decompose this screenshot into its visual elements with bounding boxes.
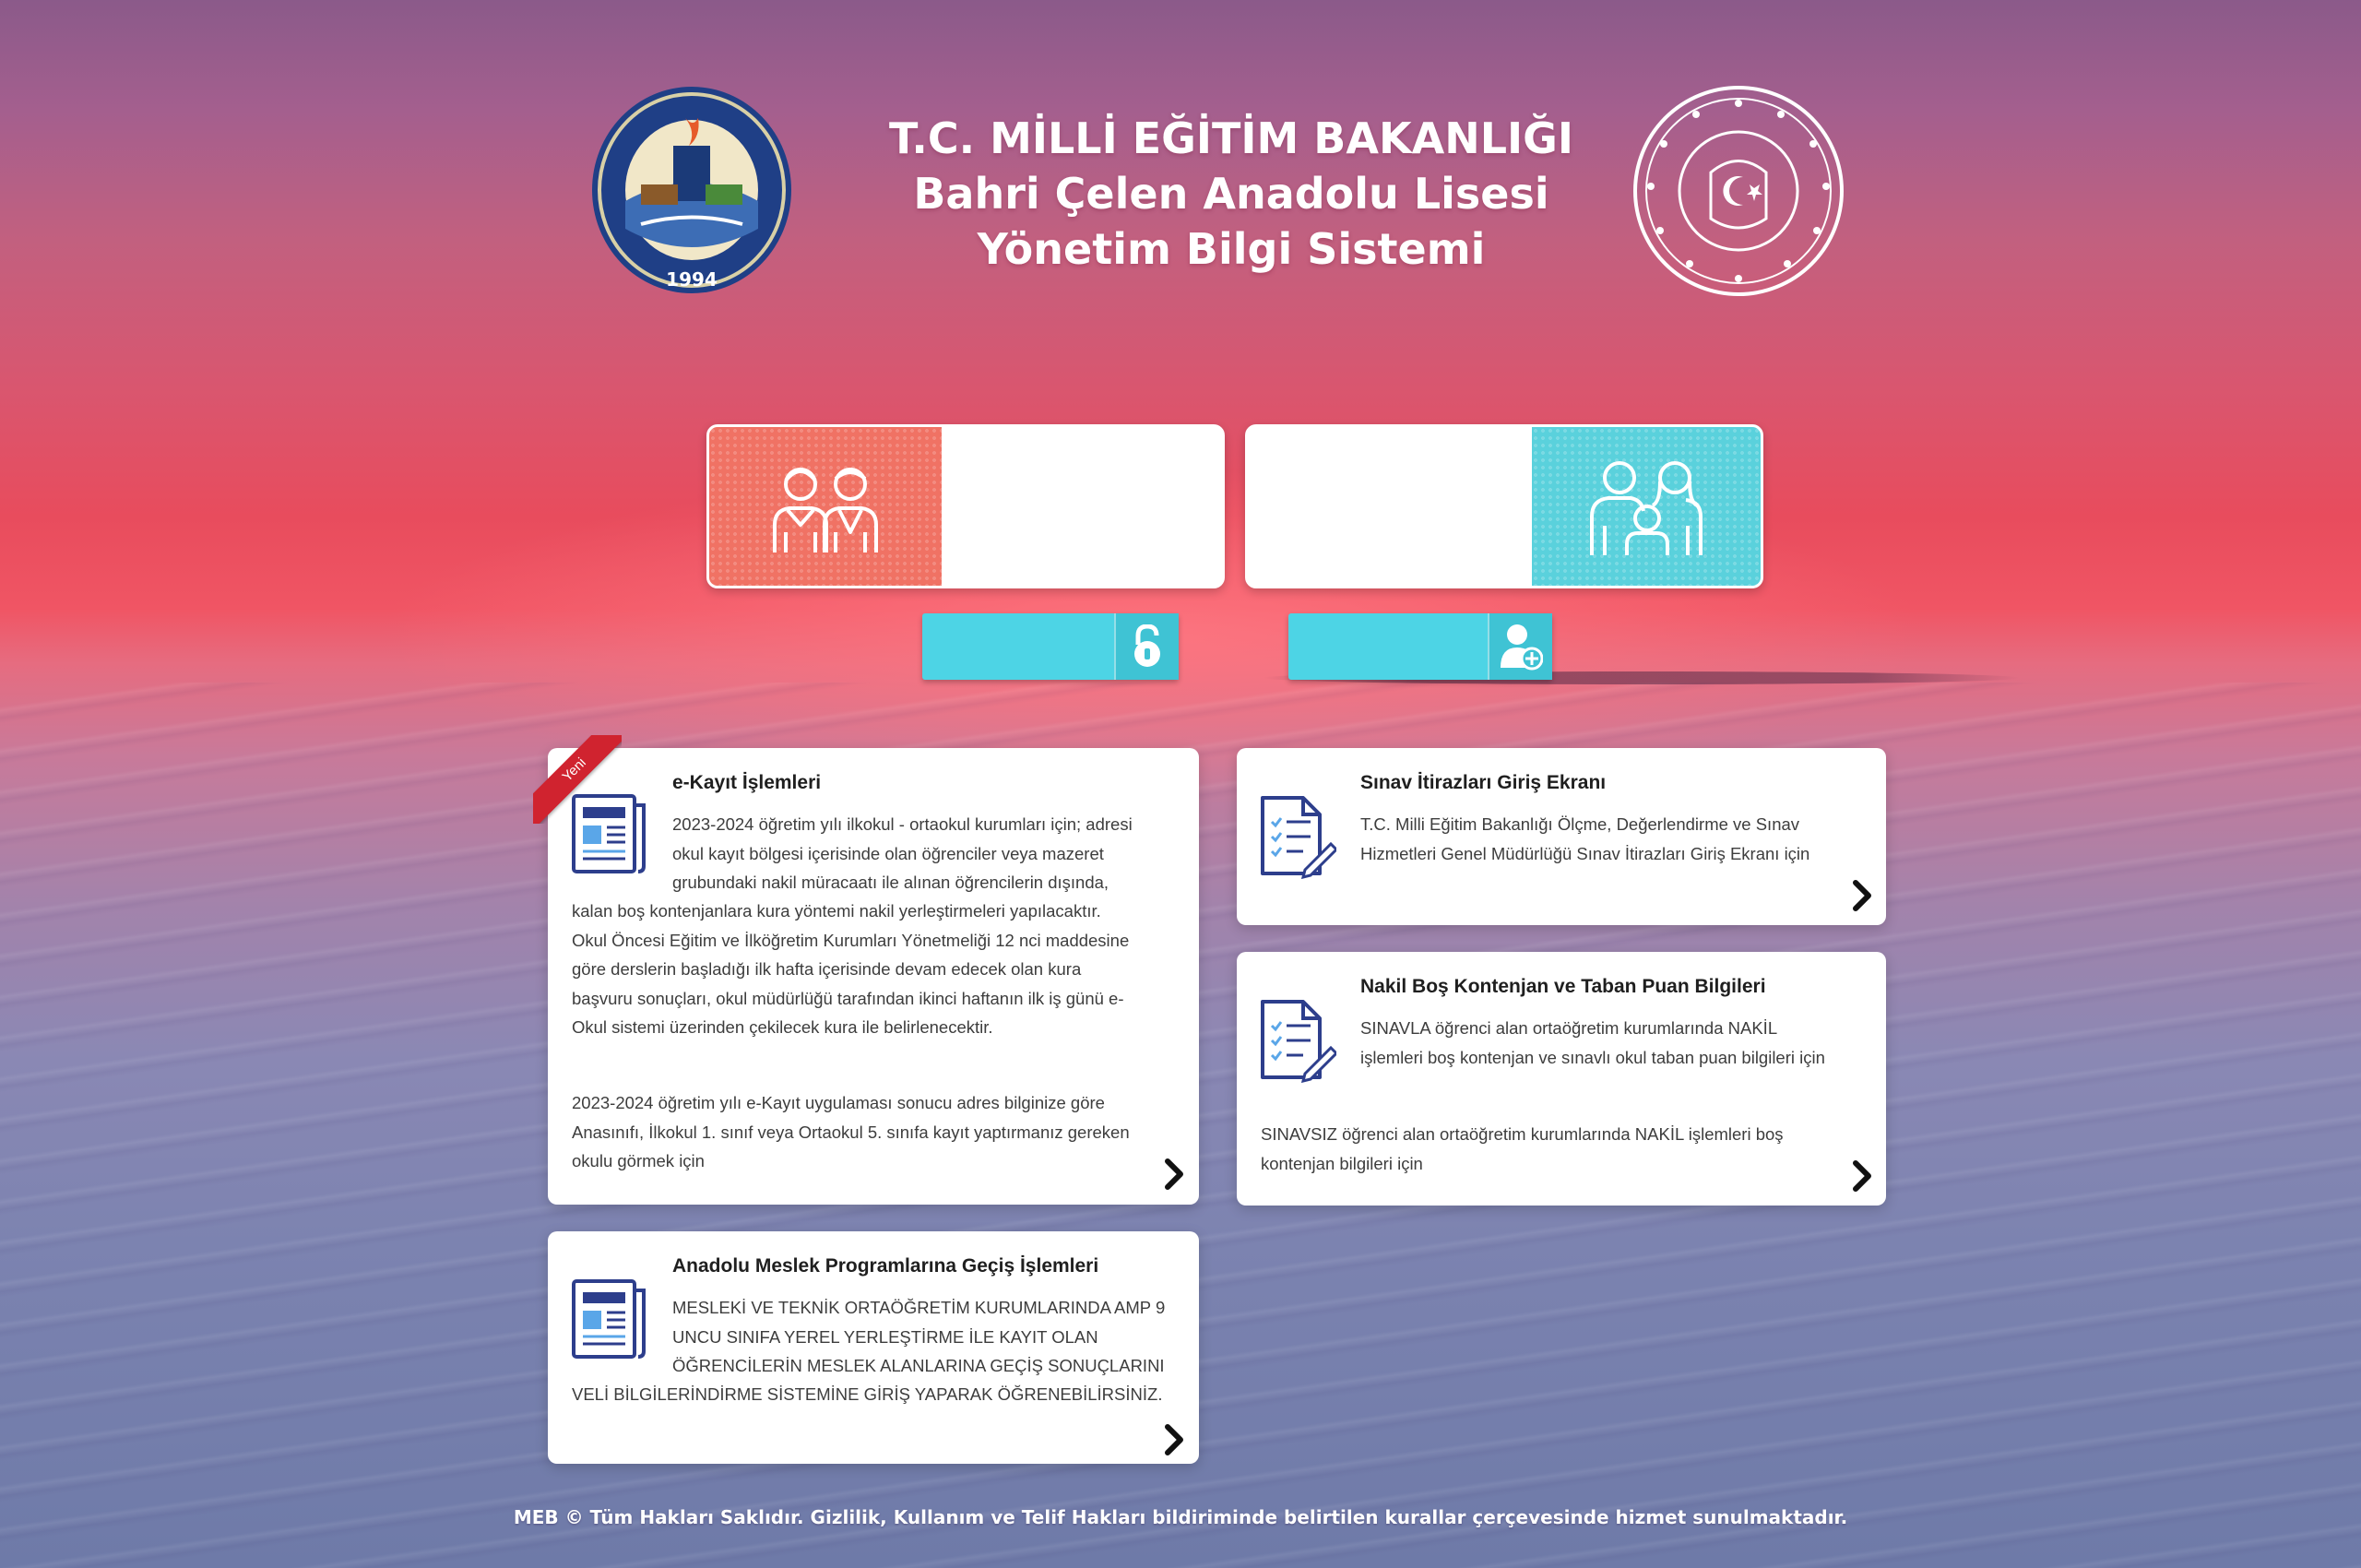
ekayit-body: kalan boş kontenjanlara kura yöntemi nak…: [572, 901, 1130, 1037]
title-school: Bahri Çelen Anadolu Lisesi: [913, 169, 1549, 219]
unlock-icon: [1114, 613, 1179, 680]
student-tile: [709, 427, 942, 586]
ekayit-arrow-icon[interactable]: [1160, 1158, 1188, 1191]
title-ministry: T.C. MİLLİ EĞİTİM BAKANLIĞI: [888, 113, 1574, 163]
nakil-panel[interactable]: Nakil Boş Kontenjan ve Taban Puan Bilgil…: [1237, 952, 1886, 1206]
checklist-icon: [1261, 796, 1336, 879]
newspaper-icon: [572, 794, 646, 873]
amp-intro: MESLEKİ VE TEKNİK ORTAÖĞRETİM KURUMLARIN…: [672, 1298, 1166, 1375]
parent-login-card[interactable]: [1245, 424, 1763, 588]
students-icon: [773, 468, 878, 552]
add-user-icon: [1488, 613, 1552, 680]
nakil-title: Nakil Boş Kontenjan ve Taban Puan Bilgil…: [1360, 976, 1766, 997]
amp-body: VELİ BİLGİLERİNDİRME SİSTEMİNE GİRİŞ YAP…: [572, 1384, 1163, 1404]
login-button[interactable]: [922, 613, 1179, 680]
sinav-panel[interactable]: Sınav İtirazları Giriş Ekranı T.C. Milli…: [1237, 748, 1886, 925]
sinav-title: Sınav İtirazları Giriş Ekranı: [1360, 772, 1607, 793]
amp-arrow-icon[interactable]: [1160, 1423, 1188, 1456]
ministry-seal-logo: [1632, 85, 1845, 297]
parent-tile: [1532, 427, 1761, 586]
register-button[interactable]: [1288, 613, 1552, 680]
sinav-desc: T.C. Milli Eğitim Bakanlığı Ölçme, Değer…: [1360, 814, 1810, 863]
nakil-second: SINAVSIZ öğrenci alan ortaöğretim kuruml…: [1261, 1124, 1784, 1173]
nakil-arrow-icon[interactable]: [1848, 1159, 1876, 1193]
school-logo: 1994: [586, 81, 798, 303]
newspaper-icon: [572, 1279, 646, 1359]
student-login-card[interactable]: [706, 424, 1225, 588]
amp-title: Anadolu Meslek Programlarına Geçiş İşlem…: [672, 1255, 1099, 1277]
ekayit-second: 2023-2024 öğretim yılı e-Kayıt uygulamas…: [572, 1093, 1130, 1170]
ekayit-intro: 2023-2024 öğretim yılı ilkokul - ortaoku…: [672, 814, 1133, 892]
footer-copyright: MEB © Tüm Hakları Saklıdır. Gizlilik, Ku…: [513, 1506, 1848, 1528]
title-system: Yönetim Bilgi Sistemi: [977, 224, 1486, 274]
nakil-intro: SINAVLA öğrenci alan ortaöğretim kurumla…: [1360, 1018, 1825, 1067]
amp-panel[interactable]: Anadolu Meslek Programlarına Geçiş İşlem…: [548, 1231, 1199, 1464]
checklist-icon: [1261, 1000, 1336, 1083]
sinav-arrow-icon[interactable]: [1848, 879, 1876, 912]
school-logo-year: 1994: [666, 268, 718, 291]
ekayit-title: e-Kayıt İşlemleri: [672, 772, 822, 793]
page-title: T.C. MİLLİ EĞİTİM BAKANLIĞI Bahri Çelen …: [830, 111, 1632, 277]
ekayit-panel[interactable]: Yeni e-Kayıt İşlemleri 2023-2024 öğretim…: [533, 735, 1199, 1205]
family-icon: [1590, 461, 1703, 555]
